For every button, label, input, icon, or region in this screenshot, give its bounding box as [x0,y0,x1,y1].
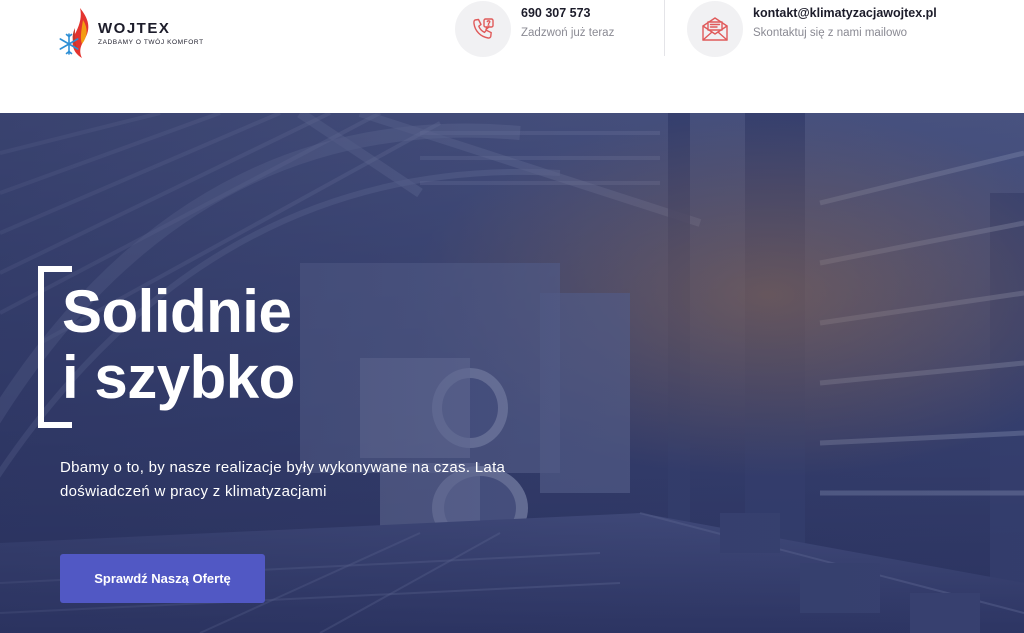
hero-title: Solidnie i szybko [62,279,295,411]
phone-text: 690 307 573 Zadzwoń już teraz [521,6,614,39]
hero-title-line-2: i szybko [62,344,295,411]
email-text: kontakt@klimatyzacjawojtex.pl Skontaktuj… [753,6,937,39]
logo-flame-snowflake-icon [58,6,96,60]
hero-section: Solidnie i szybko Dbamy o to, by nasze r… [0,113,1024,633]
logo-name: WOJTEX [98,20,171,37]
email-contact[interactable]: kontakt@klimatyzacjawojtex.pl Skontaktuj… [687,0,937,58]
logo-tagline: ZADBAMY O TWÓJ KOMFORT [98,39,204,46]
phone-subtitle: Zadzwoń już teraz [521,26,615,39]
phone-number[interactable]: 690 307 573 [521,6,614,20]
phone-contact[interactable]: 690 307 573 Zadzwoń już teraz [455,0,614,58]
hero-description: Dbamy o to, by nasze realizacje były wyk… [60,459,506,500]
phone-icon [455,1,511,57]
header-divider [664,0,665,56]
mail-icon [687,1,743,57]
site-logo[interactable]: WOJTEX ZADBAMY O TWÓJ KOMFORT [58,4,218,62]
logo-text: WOJTEX ZADBAMY O TWÓJ KOMFORT [98,20,204,46]
site-header: WOJTEX ZADBAMY O TWÓJ KOMFORT 690 307 57… [0,0,1024,113]
email-address[interactable]: kontakt@klimatyzacjawojtex.pl [753,6,937,20]
check-offer-button[interactable]: Sprawdź Naszą Ofertę [60,554,265,603]
hero-title-line-1: Solidnie [62,278,292,345]
email-subtitle: Skontaktuj się z nami mailowo [753,26,908,39]
